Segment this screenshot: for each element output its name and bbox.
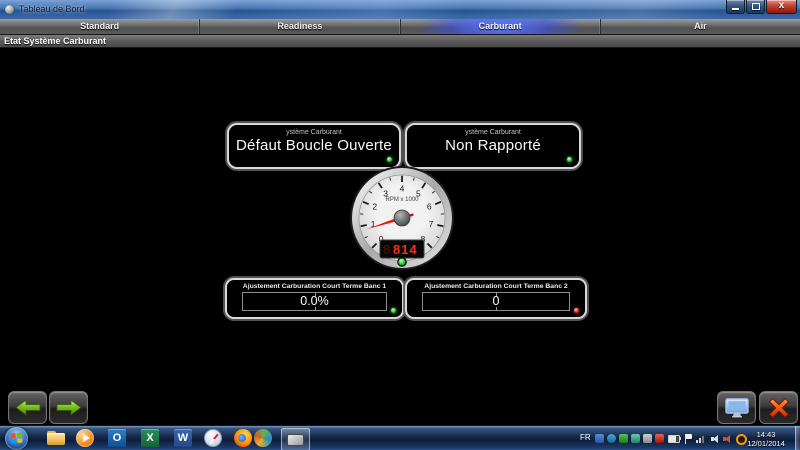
svg-text:2: 2 [372, 202, 377, 212]
battery-icon[interactable] [668, 435, 680, 443]
trim-value: 0 [423, 293, 569, 309]
trim-box-label: Ajustement Carburation Court Terme Banc … [407, 283, 585, 290]
minimize-button[interactable] [726, 0, 745, 14]
svg-text:4: 4 [400, 184, 405, 194]
status-box-value: Non Rapporté [407, 137, 579, 154]
trim-led-red [574, 308, 579, 313]
tab-readiness[interactable]: Readiness [200, 19, 400, 34]
show-desktop-button[interactable] [795, 426, 800, 450]
trim-bar: 0 [422, 292, 570, 311]
page-title: Etat Système Carburant [0, 35, 800, 48]
taskbar-media-player-icon[interactable] [76, 429, 94, 447]
trim-value: 0.0% [243, 293, 386, 309]
status-box-value: Défaut Boucle Ouverte [229, 137, 399, 154]
tab-bar: Standard Readiness Carburant Air [0, 19, 800, 35]
dashboard-app: Tableau de Bord x Standard Readiness Car… [0, 0, 800, 450]
digital-rpm-value: 814 [393, 242, 418, 257]
left-arrow-icon [15, 399, 41, 416]
tray-app-icon-1[interactable] [595, 434, 604, 443]
tray-app-icon-3[interactable] [619, 434, 628, 443]
windows-logo-icon [11, 432, 23, 443]
taskbar-excel-icon[interactable]: X [141, 429, 159, 447]
tray-app-icon-5[interactable] [643, 434, 652, 443]
short-term-fuel-trim-bank-2: Ajustement Carburation Court Terme Banc … [405, 278, 587, 319]
diagnostic-app-icon [287, 434, 304, 446]
taskbar-firefox-icon[interactable] [234, 429, 252, 447]
monitor-icon [725, 398, 749, 418]
tab-carburant[interactable]: Carburant [401, 19, 601, 34]
gauge-status-led-green [399, 259, 406, 266]
maximize-icon [752, 3, 760, 10]
status-box-label: ystème Carburant [407, 129, 579, 136]
taskbar: O X W FR 14:43 12/01/2014 [0, 425, 800, 450]
taskbar-safari-icon[interactable] [204, 429, 222, 447]
minimize-icon [732, 8, 739, 10]
maximize-button[interactable] [746, 0, 765, 14]
action-center-flag-icon[interactable] [684, 434, 693, 444]
close-button[interactable]: x [766, 0, 797, 14]
status-led-green [567, 157, 572, 162]
digital-ghost-digit: 8 [383, 242, 391, 257]
tab-standard[interactable]: Standard [0, 19, 200, 34]
taskbar-messenger-icon[interactable] [254, 429, 272, 447]
orange-x-icon [769, 398, 789, 418]
exit-button[interactable] [759, 391, 798, 424]
display-mode-button[interactable] [717, 391, 756, 424]
network-signal-icon[interactable] [696, 434, 707, 443]
tray-clock[interactable]: 14:43 12/01/2014 [741, 430, 791, 448]
tab-air[interactable]: Air [601, 19, 800, 34]
tray-date: 12/01/2014 [741, 439, 791, 448]
taskbar-active-app-button[interactable] [281, 428, 310, 450]
taskbar-outlook-icon[interactable]: O [108, 429, 126, 447]
right-arrow-icon [56, 399, 82, 416]
taskbar-explorer-icon[interactable] [47, 431, 66, 450]
tray-time: 14:43 [741, 430, 791, 439]
start-button[interactable] [5, 427, 28, 450]
volume-icon[interactable] [711, 434, 720, 443]
forward-button[interactable] [49, 391, 88, 424]
tray-app-icon-4[interactable] [631, 434, 640, 443]
back-button[interactable] [8, 391, 47, 424]
title-bar: Tableau de Bord x [0, 0, 800, 20]
short-term-fuel-trim-bank-1: Ajustement Carburation Court Terme Banc … [225, 278, 404, 319]
trim-led-green [391, 308, 396, 313]
taskbar-word-icon[interactable]: W [174, 429, 192, 447]
language-indicator[interactable]: FR [580, 433, 591, 442]
tray-app-icon-2[interactable] [607, 434, 616, 443]
tray-app-icon-6[interactable] [655, 434, 664, 443]
rpm-gauge: 012345678 RPM x 1000 8 814 [347, 163, 457, 273]
svg-text:6: 6 [427, 202, 432, 212]
status-led-green [387, 157, 392, 162]
gauge-unit-label: RPM x 1000 [385, 197, 419, 203]
close-icon: x [767, 0, 796, 12]
gauge-hub [394, 210, 410, 226]
app-icon [5, 5, 14, 14]
window-controls: x [726, 0, 797, 14]
trim-box-label: Ajustement Carburation Court Terme Banc … [227, 283, 402, 290]
trim-bar: 0.0% [242, 292, 387, 311]
volume-alt-icon[interactable] [723, 434, 732, 443]
status-box-label: ystème Carburant [229, 129, 399, 136]
svg-text:7: 7 [429, 219, 434, 229]
window-title: Tableau de Bord [19, 4, 85, 14]
